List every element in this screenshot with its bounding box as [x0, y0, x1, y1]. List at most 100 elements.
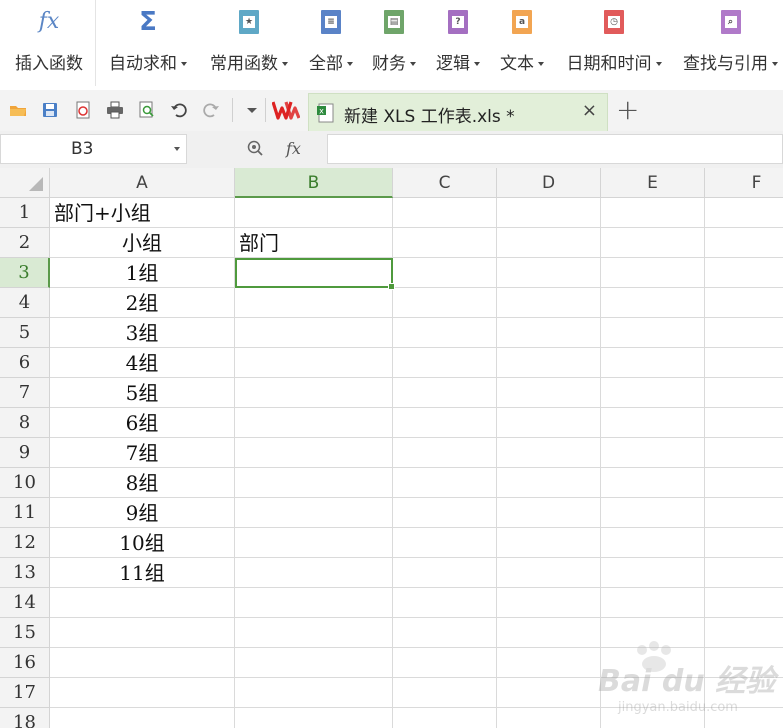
cell-f5[interactable]: [705, 318, 783, 348]
text-button[interactable]: a 文本: [494, 0, 550, 86]
column-header-d[interactable]: D: [497, 168, 601, 198]
cell-a6[interactable]: 4组: [50, 348, 235, 378]
row-header-9[interactable]: 9: [0, 438, 50, 468]
chevron-down-icon[interactable]: [174, 147, 180, 151]
row-header-17[interactable]: 17: [0, 678, 50, 708]
cell-c8[interactable]: [393, 408, 497, 438]
cell-c6[interactable]: [393, 348, 497, 378]
customize-dropdown-icon[interactable]: [243, 101, 261, 119]
cell-b15[interactable]: [235, 618, 393, 648]
cell-a11[interactable]: 9组: [50, 498, 235, 528]
print-preview-icon[interactable]: [138, 101, 156, 119]
common-functions-button[interactable]: ★ 常用函数: [204, 0, 294, 86]
cell-d11[interactable]: [497, 498, 601, 528]
cell-b1[interactable]: [235, 198, 393, 228]
cell-a12[interactable]: 10组: [50, 528, 235, 558]
cell-d9[interactable]: [497, 438, 601, 468]
row-header-10[interactable]: 10: [0, 468, 50, 498]
cell-f3[interactable]: [705, 258, 783, 288]
cell-d7[interactable]: [497, 378, 601, 408]
cell-c10[interactable]: [393, 468, 497, 498]
row-header-12[interactable]: 12: [0, 528, 50, 558]
cell-c2[interactable]: [393, 228, 497, 258]
cell-c5[interactable]: [393, 318, 497, 348]
cell-f1[interactable]: [705, 198, 783, 228]
cell-f9[interactable]: [705, 438, 783, 468]
cell-e11[interactable]: [601, 498, 705, 528]
cell-a4[interactable]: 2组: [50, 288, 235, 318]
cell-b13[interactable]: [235, 558, 393, 588]
autosum-button[interactable]: Σ 自动求和: [104, 0, 192, 86]
cell-b7[interactable]: [235, 378, 393, 408]
column-header-e[interactable]: E: [601, 168, 705, 198]
document-tab[interactable]: x 新建 XLS 工作表.xls * ×: [308, 93, 608, 131]
cell-f17[interactable]: [705, 678, 783, 708]
row-header-8[interactable]: 8: [0, 408, 50, 438]
insert-function-fx-icon[interactable]: fx: [286, 139, 301, 158]
cell-f2[interactable]: [705, 228, 783, 258]
cell-e14[interactable]: [601, 588, 705, 618]
spreadsheet-grid[interactable]: A B C D E F 1 部门+小组 2 小组 部门 3 1组 4 2组 5 3组 6 4组 7 5组 8 6组 9 7组 10…: [0, 168, 783, 728]
row-header-3[interactable]: 3: [0, 258, 50, 288]
row-header-4[interactable]: 4: [0, 288, 50, 318]
row-header-7[interactable]: 7: [0, 378, 50, 408]
cell-a14[interactable]: [50, 588, 235, 618]
cell-d4[interactable]: [497, 288, 601, 318]
redo-icon[interactable]: [202, 101, 220, 119]
cell-d2[interactable]: [497, 228, 601, 258]
cell-d18[interactable]: [497, 708, 601, 728]
finance-button[interactable]: ▤ 财务: [366, 0, 422, 86]
cell-a3[interactable]: 1组: [50, 258, 235, 288]
select-all-corner[interactable]: [0, 168, 50, 198]
cell-b17[interactable]: [235, 678, 393, 708]
all-functions-button[interactable]: ≡ 全部: [303, 0, 359, 86]
open-folder-icon[interactable]: [9, 101, 27, 119]
cell-c15[interactable]: [393, 618, 497, 648]
row-header-1[interactable]: 1: [0, 198, 50, 228]
cell-a5[interactable]: 3组: [50, 318, 235, 348]
cell-e9[interactable]: [601, 438, 705, 468]
insert-function-button[interactable]: fx 插入函数: [6, 0, 92, 86]
cell-b8[interactable]: [235, 408, 393, 438]
print-icon[interactable]: [106, 101, 124, 119]
cell-d1[interactable]: [497, 198, 601, 228]
close-tab-icon[interactable]: ×: [582, 101, 597, 121]
cell-d8[interactable]: [497, 408, 601, 438]
cell-b14[interactable]: [235, 588, 393, 618]
cell-e2[interactable]: [601, 228, 705, 258]
cell-b2[interactable]: 部门: [235, 228, 393, 258]
cell-a1[interactable]: 部门+小组: [50, 198, 235, 228]
cell-e6[interactable]: [601, 348, 705, 378]
name-box[interactable]: B3: [0, 134, 187, 164]
cell-f14[interactable]: [705, 588, 783, 618]
column-header-f[interactable]: F: [705, 168, 783, 198]
wps-logo-icon[interactable]: [271, 99, 301, 121]
cell-f10[interactable]: [705, 468, 783, 498]
undo-icon[interactable]: [170, 101, 188, 119]
cell-a10[interactable]: 8组: [50, 468, 235, 498]
formula-input[interactable]: [327, 134, 783, 164]
row-header-15[interactable]: 15: [0, 618, 50, 648]
cell-d3[interactable]: [497, 258, 601, 288]
cell-c12[interactable]: [393, 528, 497, 558]
row-header-6[interactable]: 6: [0, 348, 50, 378]
cell-b6[interactable]: [235, 348, 393, 378]
cell-e8[interactable]: [601, 408, 705, 438]
cell-b3[interactable]: [235, 258, 393, 288]
column-header-b[interactable]: B: [235, 168, 393, 198]
cell-c3[interactable]: [393, 258, 497, 288]
row-header-18[interactable]: 18: [0, 708, 50, 728]
cell-f11[interactable]: [705, 498, 783, 528]
row-header-2[interactable]: 2: [0, 228, 50, 258]
cell-b18[interactable]: [235, 708, 393, 728]
cell-f7[interactable]: [705, 378, 783, 408]
cell-d5[interactable]: [497, 318, 601, 348]
cell-e15[interactable]: [601, 618, 705, 648]
cell-a2[interactable]: 小组: [50, 228, 235, 258]
save-icon[interactable]: [41, 101, 59, 119]
cell-b4[interactable]: [235, 288, 393, 318]
cell-b16[interactable]: [235, 648, 393, 678]
cell-a13[interactable]: 11组: [50, 558, 235, 588]
row-header-13[interactable]: 13: [0, 558, 50, 588]
logic-button[interactable]: ? 逻辑: [430, 0, 486, 86]
